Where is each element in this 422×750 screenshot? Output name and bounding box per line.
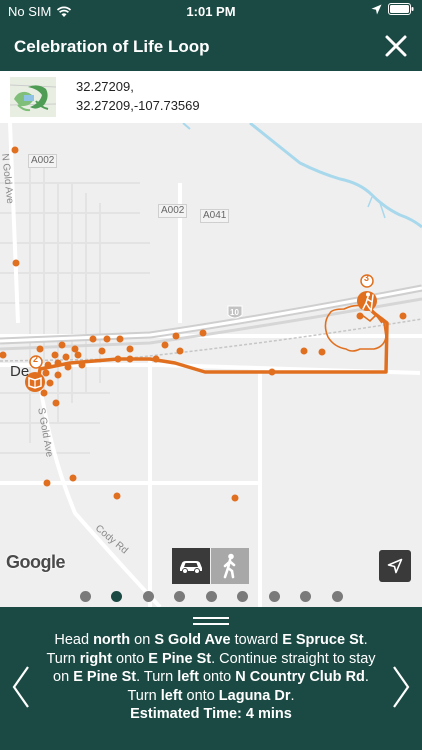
walking-person-icon <box>223 553 236 579</box>
marker-label-3: 3 <box>364 273 370 283</box>
navigation-arrow-icon <box>387 558 403 574</box>
status-bar: No SIM 1:01 PM <box>0 0 422 22</box>
page-dot[interactable] <box>206 591 217 602</box>
drive-mode-button[interactable] <box>172 548 210 584</box>
step-text: right <box>79 650 112 667</box>
car-icon <box>180 561 202 574</box>
step-text: Head <box>54 632 94 648</box>
step-text: . <box>290 687 295 704</box>
directions-panel[interactable]: Head north on S Gold Ave toward E Spruce… <box>0 607 422 750</box>
step-text: E Pine St <box>73 669 137 685</box>
chevron-left-icon[interactable] <box>10 665 32 709</box>
city-label: De <box>10 363 30 380</box>
locate-button[interactable] <box>379 550 411 582</box>
step-text: S Gold Ave <box>154 632 231 648</box>
page-dot[interactable] <box>300 591 311 602</box>
step-text: E Spruce St <box>282 632 364 648</box>
map-canvas <box>0 123 422 607</box>
step-text: E Pine St <box>148 650 212 667</box>
step-text: on <box>130 632 155 648</box>
step-text: left <box>177 669 199 685</box>
trail-thumbnail[interactable] <box>10 77 56 117</box>
map-view[interactable]: 2 3 A002 A002 A041 10 N Gold Ave S Gold … <box>0 123 422 607</box>
status-time: 1:01 PM <box>186 4 236 19</box>
road-label: A002 <box>28 154 58 168</box>
step-text: N Country Club Rd <box>235 669 365 685</box>
step-text: . Turn <box>136 669 178 685</box>
step-text: onto <box>198 669 236 685</box>
directions-text: Head north on S Gold Ave toward E Spruce… <box>40 631 382 724</box>
close-icon[interactable] <box>382 32 410 60</box>
page-indicator <box>0 591 422 603</box>
coordinates-line-1: 32.27209, <box>76 79 134 94</box>
coordinates-line-2: 32.27209,-107.73569 <box>76 98 200 113</box>
battery-icon <box>388 3 414 15</box>
page-dot[interactable] <box>174 591 185 602</box>
step-text: onto <box>111 650 149 667</box>
estimated-time: Estimated Time: 4 mins <box>130 706 292 722</box>
location-arrow-icon <box>371 4 382 14</box>
chevron-right-icon[interactable] <box>390 665 412 709</box>
drag-handle[interactable] <box>193 617 229 619</box>
step-text: onto <box>182 687 219 704</box>
marker-label-2: 2 <box>33 354 39 364</box>
drag-handle[interactable] <box>193 623 229 625</box>
page-title: Celebration of Life Loop <box>14 37 210 56</box>
road-label: A002 <box>158 204 188 218</box>
step-text: left <box>160 687 183 704</box>
location-info: 32.27209, 32.27209,-107.73569 <box>0 71 422 123</box>
step-text: north <box>93 632 131 648</box>
step-text: Laguna Dr <box>218 687 291 704</box>
page-dot[interactable] <box>143 591 154 602</box>
directions-steps: Head north on S Gold Ave toward E Spruce… <box>40 631 382 705</box>
google-logo: Google <box>6 552 66 572</box>
header: Celebration of Life Loop <box>0 22 422 71</box>
page-dot[interactable] <box>237 591 248 602</box>
walk-mode-button[interactable] <box>211 548 249 584</box>
road-label: A041 <box>200 209 230 223</box>
interstate-number: 10 <box>230 308 239 317</box>
page-dot[interactable] <box>332 591 343 602</box>
step-text: toward <box>230 632 283 648</box>
page-dot[interactable] <box>80 591 91 602</box>
page-dot[interactable] <box>269 591 280 602</box>
page-dot-active[interactable] <box>111 591 122 602</box>
